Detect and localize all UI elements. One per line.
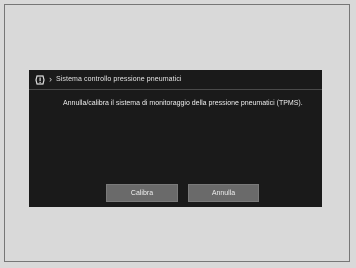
infotainment-screen: › Sistema controllo pressione pneumatici… [29, 70, 322, 207]
tire-pressure-warning-icon [34, 74, 46, 86]
dialog-message: Annulla/calibra il sistema di monitoragg… [63, 100, 303, 107]
chevron-right-icon: › [49, 74, 52, 84]
dialog-title: Sistema controllo pressione pneumatici [56, 76, 182, 83]
dialog-titlebar: › Sistema controllo pressione pneumatici [29, 70, 322, 90]
calibrate-button[interactable]: Calibra [106, 184, 178, 202]
cancel-button[interactable]: Annulla [188, 184, 259, 202]
